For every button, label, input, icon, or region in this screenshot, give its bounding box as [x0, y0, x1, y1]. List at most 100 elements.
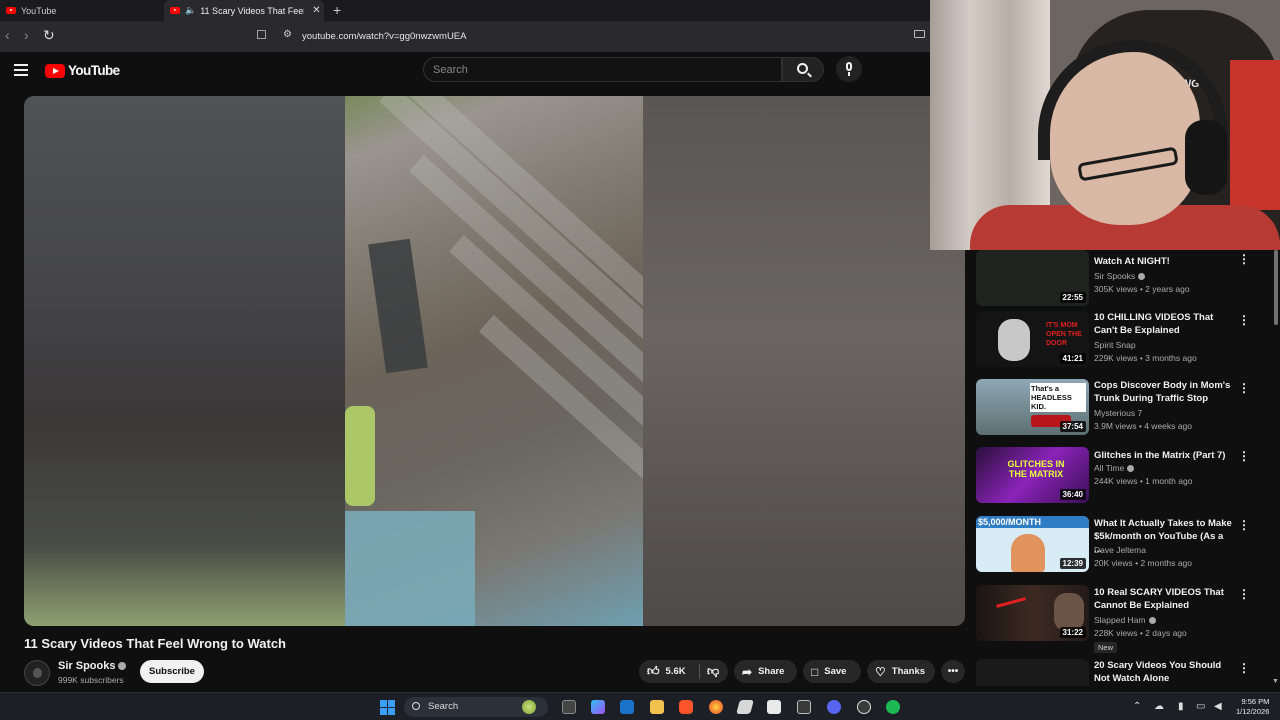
media-player-icon[interactable]	[797, 700, 811, 714]
voice-search-icon[interactable]	[836, 56, 862, 82]
more-actions-button[interactable]: •••	[941, 660, 965, 683]
video-thumbnail[interactable]: That's a HEADLESS KID. 37:54	[976, 379, 1089, 435]
discord-icon[interactable]	[827, 700, 841, 714]
recommendation-title[interactable]: 10 Real SCARY VIDEOS That Cannot Be Expl…	[1094, 586, 1232, 612]
search-icon	[797, 63, 808, 74]
share-button[interactable]: ➦ Share	[734, 660, 797, 683]
thumbnail-text: GLITCHES IN THE MATRIX	[1007, 459, 1065, 479]
file-explorer-icon[interactable]	[650, 700, 664, 714]
more-options-icon[interactable]: ⋮	[1238, 661, 1250, 675]
taskbar-search[interactable]: Search	[404, 697, 548, 717]
bookmark-icon[interactable]: ☐	[256, 28, 267, 42]
recommendation-meta: 228K views • 2 days ago	[1094, 628, 1187, 638]
spotify-icon[interactable]	[886, 700, 900, 714]
video-title: 11 Scary Videos That Feel Wrong to Watch	[24, 636, 286, 651]
tab-active-video[interactable]: 🔈 11 Scary Videos That Feel Wr ✕	[164, 0, 324, 21]
thumbs-up-icon[interactable]: 👍︎	[647, 664, 660, 679]
system-clock[interactable]: 9:56 PM 1/12/2026	[1236, 697, 1269, 717]
video-thumbnail[interactable]: IT'S MOM OPEN THE DOOR 41:21	[976, 311, 1089, 367]
address-bar: ‹ › ↻ ☐ ⚙ youtube.com/watch?v=gg0nwzwmUE…	[0, 21, 930, 52]
url-field[interactable]: youtube.com/watch?v=gg0nwzwmUEA	[302, 31, 466, 42]
recommendation-title[interactable]: 10 CHILLING VIDEOS That Can't Be Explain…	[1094, 311, 1232, 337]
thumbs-down-icon[interactable]: 👎︎	[707, 664, 719, 679]
speaker-icon[interactable]: 🔈	[185, 5, 196, 16]
thanks-heart-icon: ♡	[875, 664, 886, 679]
recommendation-channel[interactable]: Mysterious 7	[1094, 408, 1142, 418]
video-thumbnail[interactable]: GLITCHES IN THE MATRIX 36:40	[976, 447, 1089, 503]
app-icon-stack[interactable]	[736, 700, 754, 714]
recommendation-item[interactable]: 31:22 10 Real SCARY VIDEOS That Cannot B…	[976, 585, 1276, 653]
more-options-icon[interactable]: ⋮	[1238, 381, 1250, 395]
more-options-icon[interactable]: ⋮	[1238, 313, 1250, 327]
tab-youtube[interactable]: YouTube	[0, 0, 162, 21]
back-icon[interactable]: ‹	[5, 27, 10, 43]
video-player[interactable]	[24, 96, 965, 626]
recommendation-channel[interactable]: Spirit Snap	[1094, 340, 1136, 350]
recommendation-title[interactable]: 20 Scary Videos You Should Not Watch Alo…	[1094, 659, 1232, 685]
close-tab-icon[interactable]: ✕	[312, 5, 320, 16]
youtube-play-icon	[45, 63, 65, 78]
task-view-icon[interactable]	[562, 700, 576, 714]
bookmark-icon: □	[811, 664, 819, 679]
channel-avatar[interactable]	[24, 660, 50, 686]
blurred-backdrop-left	[24, 96, 345, 626]
tab-title: YouTube	[21, 5, 57, 16]
youtube-logo[interactable]: YouTube	[45, 63, 120, 78]
network-icon[interactable]: ▭	[1196, 701, 1205, 712]
search-button[interactable]	[782, 57, 824, 82]
subscribe-button[interactable]: Subscribe	[140, 660, 204, 683]
thumbnail-text: IT'S MOM OPEN THE DOOR	[1046, 322, 1082, 347]
recommendation-title[interactable]: Glitches in the Matrix (Part 7)	[1094, 449, 1232, 462]
microphone-icon[interactable]: ▮	[1178, 701, 1184, 712]
recommendation-item[interactable]: 20 Scary Videos You Should Not Watch Alo…	[976, 659, 1276, 686]
recommendation-item[interactable]: IT'S MOM OPEN THE DOOR 41:21 10 CHILLING…	[976, 311, 1276, 373]
thanks-button[interactable]: ♡ Thanks	[867, 660, 935, 683]
reload-icon[interactable]: ↻	[43, 27, 55, 44]
mail-icon[interactable]	[620, 700, 634, 714]
search-input[interactable]: Search	[423, 57, 782, 82]
tray-overflow-icon[interactable]: ⌃	[1133, 701, 1141, 712]
channel-name[interactable]: Sir Spooks	[58, 660, 127, 672]
more-options-icon[interactable]: ⋮	[1238, 587, 1250, 601]
save-button[interactable]: □ Save	[803, 660, 861, 683]
store-icon[interactable]	[767, 700, 781, 714]
youtube-favicon-icon	[170, 7, 180, 14]
video-thumbnail[interactable]	[976, 659, 1089, 686]
recommendation-item[interactable]: $5,000/MONTH 12:39 What It Actually Take…	[976, 516, 1276, 578]
sidebar-scrollbar[interactable]	[1274, 250, 1278, 325]
scroll-down-arrow-icon[interactable]: ▼	[1272, 678, 1279, 685]
like-count[interactable]: 5.6K	[666, 666, 686, 677]
recommendation-channel[interactable]: Slapped Ham	[1094, 615, 1156, 625]
firefox-icon[interactable]	[709, 700, 723, 714]
more-options-icon[interactable]: ⋮	[1238, 449, 1250, 463]
copilot-icon[interactable]	[591, 700, 605, 714]
recommendation-channel[interactable]: Sir Spooks	[1094, 271, 1146, 281]
video-thumbnail[interactable]: 22:55	[976, 250, 1089, 306]
recommendation-channel[interactable]: All Time	[1094, 463, 1135, 473]
recommendation-item[interactable]: 22:55 Watch At NIGHT! Sir Spooks 305K vi…	[976, 250, 1276, 312]
recommendation-title[interactable]: Cops Discover Body in Mom's Trunk During…	[1094, 379, 1232, 405]
recommendation-meta: 229K views • 3 months ago	[1094, 353, 1197, 363]
volume-icon[interactable]: ◀	[1214, 701, 1222, 712]
new-tab-icon[interactable]: +	[333, 2, 341, 18]
video-thumbnail[interactable]: $5,000/MONTH 12:39	[976, 516, 1089, 572]
save-label: Save	[824, 666, 847, 677]
picture-in-picture-icon[interactable]	[914, 30, 925, 38]
more-options-icon[interactable]: ⋮	[1238, 518, 1250, 532]
video-thumbnail[interactable]: 31:22	[976, 585, 1089, 641]
forward-icon[interactable]: ›	[24, 27, 29, 43]
youtube-header: YouTube Search	[0, 52, 930, 96]
duration-badge: 37:54	[1059, 421, 1086, 432]
site-info-icon[interactable]: ⚙	[283, 29, 292, 40]
verified-icon	[118, 662, 127, 671]
obs-icon[interactable]	[857, 700, 871, 714]
menu-icon[interactable]	[14, 64, 28, 79]
cloud-icon[interactable]: ☁	[1154, 701, 1164, 712]
recommendation-item[interactable]: GLITCHES IN THE MATRIX 36:40 Glitches in…	[976, 447, 1276, 509]
recommendation-channel[interactable]: Dave Jeltema	[1094, 545, 1146, 555]
recommendation-item[interactable]: That's a HEADLESS KID. 37:54 Cops Discov…	[976, 379, 1276, 441]
windows-start-icon[interactable]	[380, 700, 395, 715]
more-options-icon[interactable]: ⋮	[1238, 252, 1250, 266]
brave-browser-icon[interactable]	[679, 700, 693, 714]
recommendation-title[interactable]: Watch At NIGHT!	[1094, 255, 1232, 268]
